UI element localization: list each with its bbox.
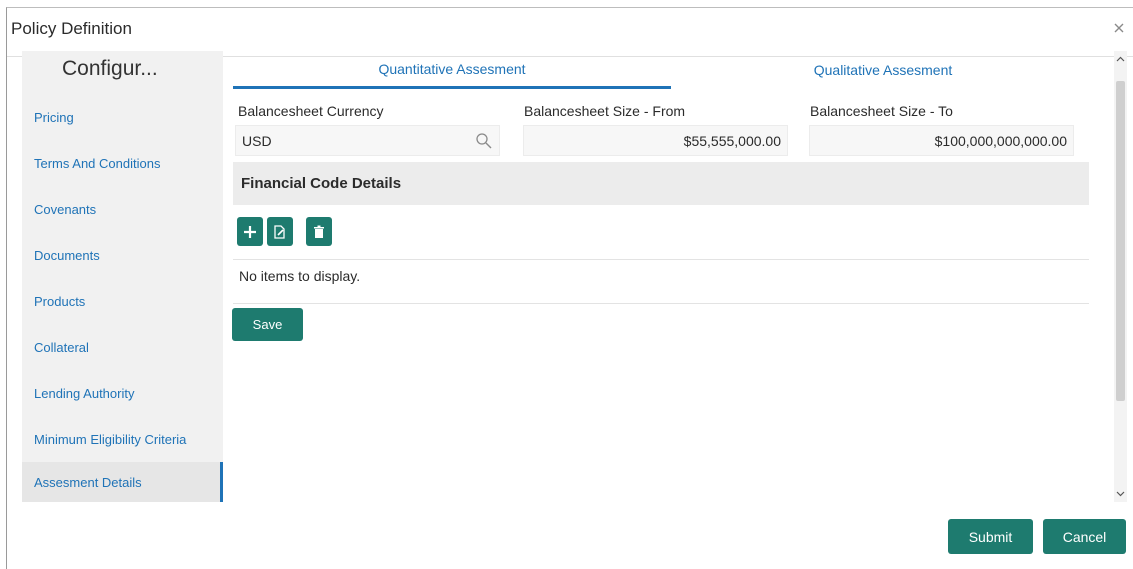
- sidebar-item-label: Products: [34, 293, 86, 309]
- sidebar-item-label: Assesment Details: [34, 474, 142, 490]
- sidebar-title: Configur...: [62, 57, 158, 80]
- size-from-input[interactable]: $55,555,000.00: [523, 125, 788, 156]
- sidebar-item-products[interactable]: Products: [22, 278, 223, 324]
- cancel-button[interactable]: Cancel: [1043, 519, 1126, 554]
- sidebar-item-label: Documents: [34, 247, 100, 263]
- sidebar-item-minimum-eligibility-criteria[interactable]: Minimum Eligibility Criteria: [22, 416, 223, 462]
- tab-qualitative-assesment[interactable]: Qualitative Assesment: [673, 51, 1093, 89]
- search-icon[interactable]: [475, 132, 493, 150]
- main-content: Quantitative Assesment Qualitative Asses…: [223, 51, 1111, 502]
- sidebar-item-label: Covenants: [34, 201, 97, 217]
- scroll-up-icon[interactable]: [1116, 55, 1125, 64]
- add-icon: [244, 225, 256, 238]
- table-bottom-divider: [233, 303, 1089, 304]
- dialog-title: Policy Definition: [11, 19, 132, 38]
- add-button[interactable]: [237, 217, 263, 246]
- scroll-down-icon[interactable]: [1116, 489, 1125, 498]
- sidebar-item-documents[interactable]: Documents: [22, 232, 223, 278]
- sidebar-item-covenants[interactable]: Covenants: [22, 186, 223, 232]
- scroll-thumb[interactable]: [1116, 81, 1125, 401]
- sidebar-item-label: Minimum Eligibility Criteria: [34, 431, 187, 447]
- delete-button[interactable]: [306, 217, 332, 246]
- edit-icon: [274, 224, 285, 239]
- empty-message: No items to display.: [239, 268, 361, 284]
- sidebar-item-label: Terms And Conditions: [34, 155, 161, 171]
- configuration-sidebar: Configur... Pricing Terms And Conditions…: [22, 51, 223, 502]
- size-to-label: Balancesheet Size - To: [810, 103, 953, 119]
- sidebar-item-lending-authority[interactable]: Lending Authority: [22, 370, 223, 416]
- size-to-value: $100,000,000,000.00: [934, 132, 1067, 149]
- delete-icon: [314, 225, 324, 238]
- sidebar-item-label: Lending Authority: [34, 385, 135, 401]
- sidebar-item-label: Pricing: [34, 109, 74, 125]
- dialog-header: Policy Definition: [7, 8, 1133, 57]
- submit-button[interactable]: Submit: [948, 519, 1033, 554]
- scrollbar[interactable]: [1114, 51, 1127, 502]
- currency-value: USD: [242, 132, 272, 149]
- tab-label: Qualitative Assesment: [813, 62, 953, 78]
- financial-code-header: Financial Code Details: [233, 162, 1089, 205]
- sidebar-item-terms-and-conditions[interactable]: Terms And Conditions: [22, 140, 223, 186]
- currency-input[interactable]: USD: [235, 125, 500, 156]
- sidebar-item-assesment-details[interactable]: Assesment Details: [22, 462, 223, 502]
- sidebar-item-pricing[interactable]: Pricing: [22, 94, 223, 140]
- size-from-value: $55,555,000.00: [683, 132, 781, 149]
- tab-quantitative-assesment[interactable]: Quantitative Assesment: [233, 51, 671, 89]
- save-button[interactable]: Save: [232, 308, 303, 341]
- sidebar-item-label: Collateral: [34, 339, 89, 355]
- currency-label: Balancesheet Currency: [238, 103, 384, 119]
- size-from-label: Balancesheet Size - From: [524, 103, 686, 119]
- tab-label: Quantitative Assesment: [378, 60, 526, 77]
- size-to-input[interactable]: $100,000,000,000.00: [809, 125, 1074, 156]
- table-top-divider: [233, 259, 1089, 260]
- close-icon[interactable]: [1112, 21, 1126, 35]
- sidebar-item-collateral[interactable]: Collateral: [22, 324, 223, 370]
- edit-button[interactable]: [267, 217, 293, 246]
